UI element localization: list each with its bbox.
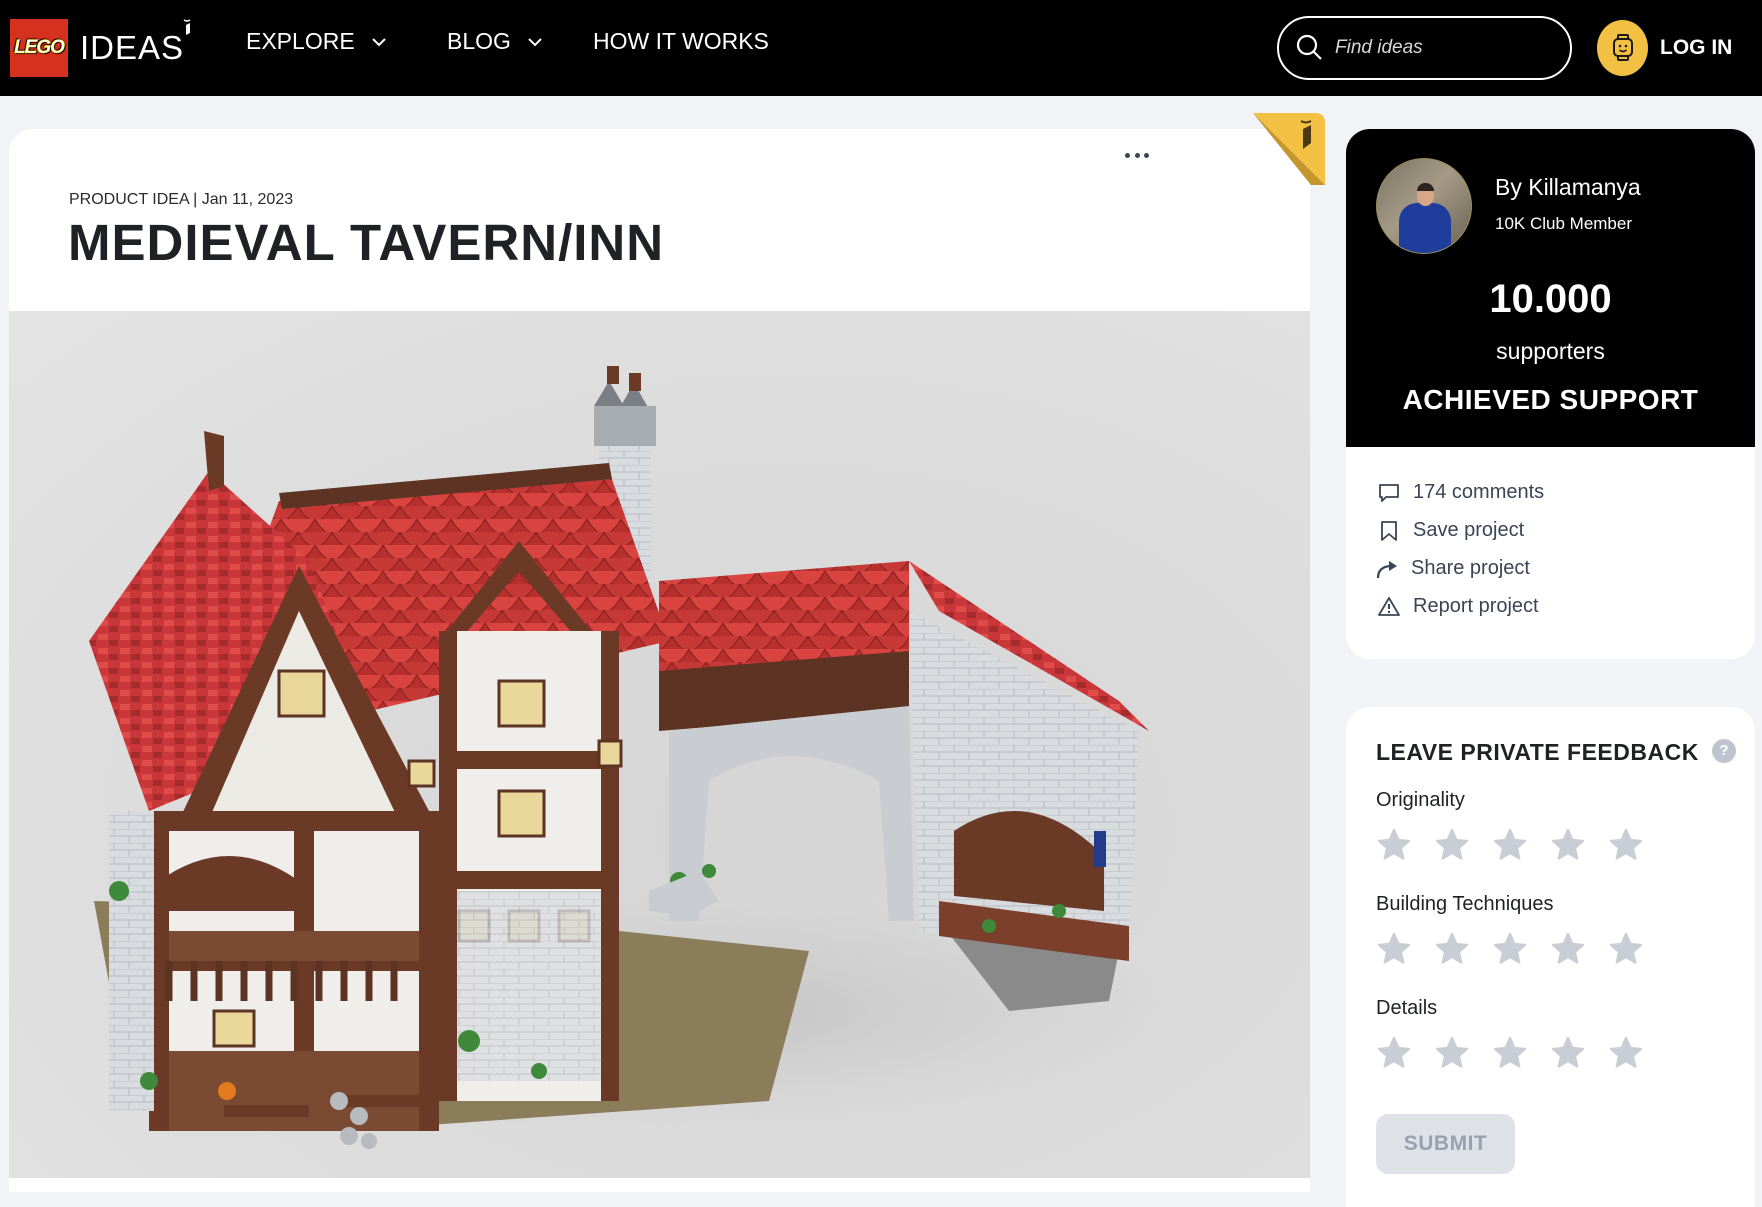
tavern-model-illustration xyxy=(69,366,1189,1149)
login-button[interactable]: LOG IN xyxy=(1597,20,1732,76)
star-icon[interactable] xyxy=(1550,1035,1586,1071)
feedback-title: LEAVE PRIVATE FEEDBACK xyxy=(1376,739,1699,765)
ideas-corner-flag-icon xyxy=(1253,113,1325,185)
nav-blog-label: BLOG xyxy=(447,28,511,54)
star-icon[interactable] xyxy=(1434,931,1470,967)
search-input[interactable] xyxy=(1335,37,1555,59)
nav-explore[interactable]: EXPLORE xyxy=(246,28,387,55)
help-icon[interactable]: ? xyxy=(1712,739,1736,763)
project-card: PRODUCT IDEA | Jan 11, 2023 MEDIEVAL TAV… xyxy=(9,129,1310,1192)
bookmark-icon xyxy=(1381,520,1397,541)
submit-feedback-button[interactable]: SUBMIT xyxy=(1376,1114,1515,1174)
lego-logo-text: LEGO xyxy=(14,37,65,59)
project-image[interactable] xyxy=(9,311,1310,1178)
project-title: MEDIEVAL TAVERN/INN xyxy=(68,214,665,271)
star-icon[interactable] xyxy=(1608,827,1644,863)
private-feedback-card: LEAVE PRIVATE FEEDBACK ? Originality Bui… xyxy=(1346,707,1755,1207)
ellipsis-dot xyxy=(1125,152,1130,158)
chevron-down-icon xyxy=(371,37,386,46)
report-project-button[interactable]: Report project xyxy=(1378,595,1539,618)
nav-how-it-works-label: HOW IT WORKS xyxy=(593,28,769,54)
star-icon[interactable] xyxy=(1608,1035,1644,1071)
rating-label-originality: Originality xyxy=(1376,789,1465,811)
report-project-label: Report project xyxy=(1413,595,1539,617)
creator-support-card: By Killamanya 10K Club Member 10.000 sup… xyxy=(1346,129,1755,447)
ideas-mark-icon xyxy=(183,19,191,35)
save-project-label: Save project xyxy=(1413,519,1525,541)
nav-how-it-works[interactable]: HOW IT WORKS xyxy=(593,28,769,55)
ideas-logo-text: IDEAS xyxy=(80,29,185,66)
warning-icon xyxy=(1378,596,1400,616)
support-status: ACHIEVED SUPPORT xyxy=(1402,384,1699,415)
project-actions-card: 174 comments Save project Share project … xyxy=(1346,447,1755,659)
star-icon[interactable] xyxy=(1492,931,1528,967)
ellipsis-dot xyxy=(1134,152,1140,158)
rating-building-techniques xyxy=(1376,931,1666,967)
top-navigation-bar: LEGO IDEAS EXPLORE BLOG HOW IT WORKS Fin… xyxy=(0,0,1762,96)
avatar-figure xyxy=(1399,203,1451,253)
star-icon[interactable] xyxy=(1492,827,1528,863)
star-icon[interactable] xyxy=(1550,931,1586,967)
login-label: LOG IN xyxy=(1660,36,1733,59)
rating-details xyxy=(1376,1035,1666,1071)
search-icon xyxy=(1296,34,1322,60)
minifig-head-icon xyxy=(1597,20,1648,76)
star-icon[interactable] xyxy=(1376,931,1412,967)
nav-blog[interactable]: BLOG xyxy=(447,28,543,55)
star-icon[interactable] xyxy=(1434,827,1470,863)
creator-badge: 10K Club Member xyxy=(1495,214,1633,233)
nav-explore-label: EXPLORE xyxy=(246,28,355,54)
ellipsis-dot xyxy=(1144,152,1149,158)
comments-count: 174 comments xyxy=(1413,481,1545,503)
lego-logo: LEGO xyxy=(10,19,68,77)
rating-label-building-techniques: Building Techniques xyxy=(1376,893,1554,915)
lego-ideas-logo[interactable]: LEGO IDEAS xyxy=(10,19,191,77)
avatar-hair xyxy=(1417,183,1434,191)
creator-avatar[interactable] xyxy=(1376,158,1472,254)
star-icon[interactable] xyxy=(1376,827,1412,863)
share-project-button[interactable]: Share project xyxy=(1376,557,1530,580)
star-icon[interactable] xyxy=(1434,1035,1470,1071)
chevron-down-icon xyxy=(528,37,542,46)
comments-link[interactable]: 174 comments xyxy=(1378,481,1544,504)
save-project-button[interactable]: Save project xyxy=(1378,519,1524,542)
comment-icon xyxy=(1379,483,1399,502)
star-icon[interactable] xyxy=(1608,931,1644,967)
more-options-button[interactable] xyxy=(1125,149,1149,161)
project-meta: PRODUCT IDEA | Jan 11, 2023 xyxy=(69,191,294,208)
share-project-label: Share project xyxy=(1411,557,1530,579)
rating-label-details: Details xyxy=(1376,997,1438,1019)
star-icon[interactable] xyxy=(1492,1035,1528,1071)
star-icon[interactable] xyxy=(1376,1035,1412,1071)
rating-originality xyxy=(1376,827,1666,863)
creator-name[interactable]: By Killamanya xyxy=(1495,174,1641,201)
supporters-label: supporters xyxy=(1496,338,1605,364)
search-box[interactable] xyxy=(1277,16,1572,80)
star-icon[interactable] xyxy=(1550,827,1586,863)
share-icon xyxy=(1376,560,1397,578)
supporters-count: 10.000 xyxy=(1489,277,1612,321)
